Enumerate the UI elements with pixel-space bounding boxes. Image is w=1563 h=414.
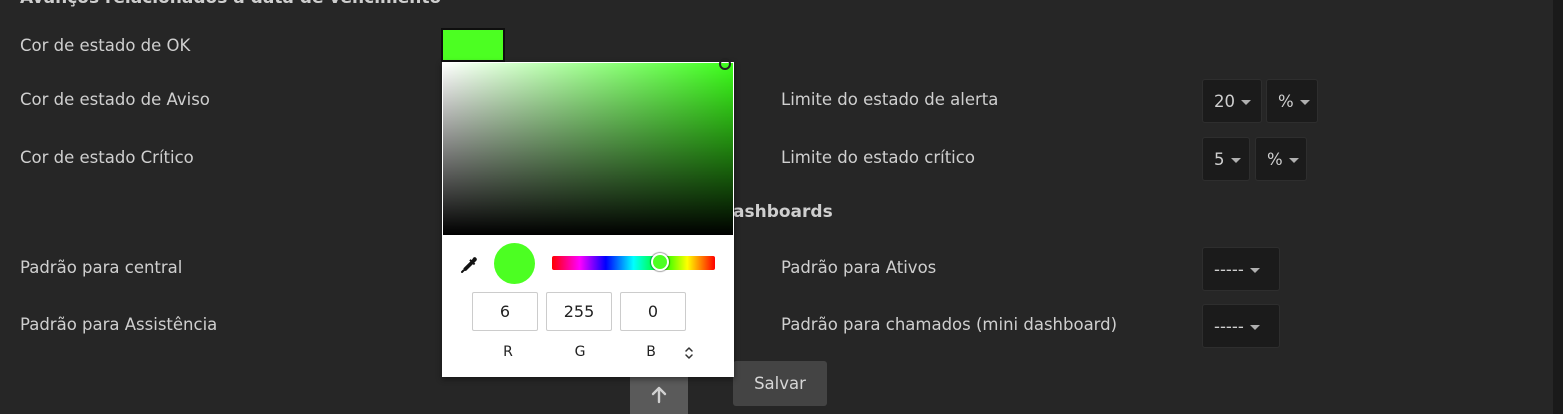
chevron-down-icon (1230, 157, 1241, 163)
critical-limit-value: 5 (1214, 149, 1225, 169)
alert-limit-select[interactable]: 20 (1202, 79, 1262, 123)
tickets-default-label: Padrão para chamados (mini dashboard) (781, 315, 1118, 334)
assets-default-label: Padrão para Ativos (781, 258, 937, 277)
red-label: R (503, 344, 513, 360)
red-input[interactable] (472, 292, 538, 331)
assets-default-value: ----- (1214, 259, 1244, 279)
hue-slider-handle[interactable] (651, 253, 669, 271)
ok-color-label: Cor de estado de OK (20, 36, 191, 55)
scrollbar-track[interactable] (1553, 0, 1563, 414)
blue-label: B (646, 344, 656, 360)
chevron-up-down-icon[interactable] (682, 345, 696, 361)
assets-default-select[interactable]: ----- (1202, 247, 1280, 291)
chevron-down-icon (1249, 324, 1260, 330)
central-default-label: Padrão para central (20, 258, 183, 277)
ok-color-swatch[interactable] (441, 28, 505, 62)
section-title-dashboards: ashboards (733, 202, 833, 222)
critical-limit-unit: % (1267, 149, 1283, 169)
critical-limit-unit-select[interactable]: % (1255, 137, 1307, 181)
chevron-down-icon (1241, 99, 1251, 105)
chevron-down-icon (1288, 157, 1299, 163)
warning-color-label: Cor de estado de Aviso (20, 90, 210, 109)
blue-input[interactable] (620, 292, 686, 331)
alert-limit-value: 20 (1214, 91, 1235, 111)
chevron-down-icon (1299, 99, 1310, 105)
assistance-default-label: Padrão para Assistência (20, 315, 218, 334)
color-preview (494, 243, 535, 284)
chevron-down-icon (1249, 267, 1260, 273)
alert-limit-unit: % (1278, 91, 1294, 111)
green-label: G (574, 344, 586, 360)
scroll-top-button[interactable] (630, 376, 688, 414)
tickets-default-value: ----- (1214, 316, 1244, 336)
section-title-due-date: Avanços relacionados a data de venciment… (20, 0, 441, 8)
tickets-default-select[interactable]: ----- (1202, 304, 1280, 348)
critical-limit-label: Limite do estado crítico (781, 148, 975, 167)
saturation-area[interactable] (443, 58, 733, 235)
critical-color-label: Cor de estado Crítico (20, 148, 194, 167)
save-button[interactable]: Salvar (733, 361, 827, 406)
eyedropper-icon[interactable] (459, 255, 479, 275)
saturation-cursor[interactable] (719, 58, 731, 70)
color-picker-popup: R G B (442, 58, 734, 377)
alert-limit-unit-select[interactable]: % (1266, 79, 1318, 123)
green-input[interactable] (546, 292, 612, 331)
critical-limit-select[interactable]: 5 (1202, 137, 1250, 181)
arrow-up-icon (651, 386, 667, 404)
alert-limit-label: Limite do estado de alerta (781, 90, 999, 109)
hue-slider[interactable] (552, 256, 715, 270)
